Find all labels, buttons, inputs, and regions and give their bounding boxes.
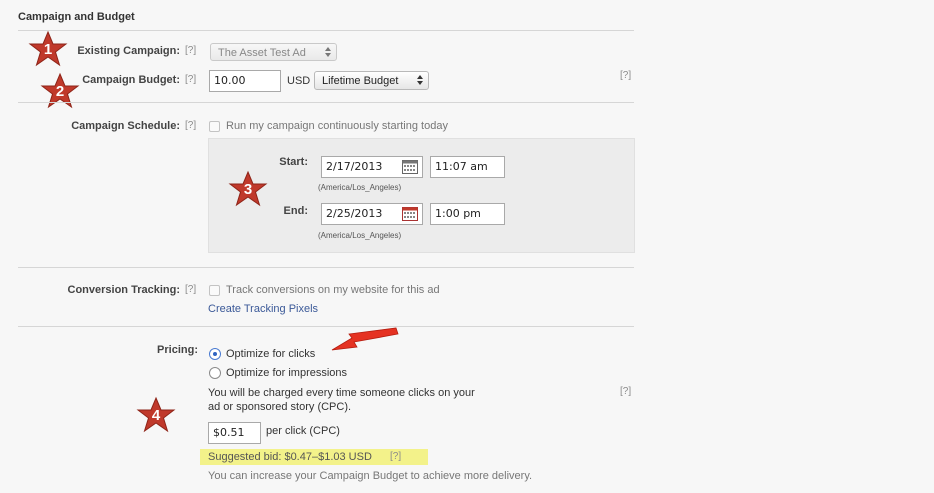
track-conversions-label: Track conversions on my website for this… xyxy=(226,284,440,296)
start-label: Start: xyxy=(279,156,308,168)
help-campaign-budget[interactable]: [?] xyxy=(185,74,196,85)
annotation-arrow-icon xyxy=(331,327,399,351)
optimize-impressions-radio[interactable] xyxy=(209,367,221,379)
section-title: Campaign and Budget xyxy=(18,11,135,23)
help-pricing-right[interactable]: [?] xyxy=(620,386,631,397)
section-divider xyxy=(18,30,634,31)
divider xyxy=(18,102,634,103)
campaign-budget-label: Campaign Budget: xyxy=(82,74,180,86)
currency-label: USD xyxy=(287,75,311,87)
help-budget-right[interactable]: [?] xyxy=(620,70,631,81)
run-continuously-checkbox[interactable] xyxy=(209,121,220,132)
end-timezone: (America/Los_Angeles) xyxy=(318,231,402,240)
divider xyxy=(18,326,634,327)
create-tracking-pixels-link[interactable]: Create Tracking Pixels xyxy=(208,303,318,315)
existing-campaign-select[interactable]: The Asset Test Ad xyxy=(210,43,337,61)
track-conversions-checkbox[interactable] xyxy=(209,285,220,296)
budget-amount-input[interactable]: 10.00 xyxy=(209,70,281,92)
start-timezone: (America/Los_Angeles) xyxy=(318,183,402,192)
existing-campaign-label: Existing Campaign: xyxy=(77,45,180,57)
optimize-impressions-label: Optimize for impressions xyxy=(226,367,348,379)
star-icon: 4 xyxy=(136,396,176,433)
optimize-clicks-label: Optimize for clicks xyxy=(226,348,316,360)
conversion-tracking-label: Conversion Tracking: xyxy=(67,284,180,296)
updown-arrows-icon xyxy=(325,47,331,57)
help-campaign-schedule[interactable]: [?] xyxy=(185,120,196,131)
help-suggested-bid[interactable]: [?] xyxy=(390,451,401,462)
start-date-value: 2/17/2013 xyxy=(326,160,383,173)
budget-type-select[interactable]: Lifetime Budget xyxy=(314,71,429,90)
marker-star-3: 3 xyxy=(228,170,268,208)
existing-campaign-value: The Asset Test Ad xyxy=(218,47,306,59)
star-icon: 3 xyxy=(228,170,268,207)
help-conversion-tracking[interactable]: [?] xyxy=(185,284,196,295)
end-time-input[interactable]: 1:00 pm xyxy=(430,203,505,225)
calendar-icon[interactable] xyxy=(402,160,418,174)
help-existing-campaign[interactable]: [?] xyxy=(185,45,196,56)
start-time-input[interactable]: 11:07 am xyxy=(430,156,505,178)
divider xyxy=(18,267,634,268)
calendar-icon[interactable] xyxy=(402,207,418,221)
cpc-note-line1: You will be charged every time someone c… xyxy=(208,387,475,399)
budget-type-value: Lifetime Budget xyxy=(322,75,399,87)
end-label: End: xyxy=(283,205,308,217)
marker-number: 3 xyxy=(244,181,252,198)
end-date-value: 2/25/2013 xyxy=(326,207,383,220)
marker-star-4: 4 xyxy=(136,396,176,434)
bid-unit-label: per click (CPC) xyxy=(266,425,340,437)
marker-number: 1 xyxy=(44,41,52,58)
cpc-note: You will be charged every time someone c… xyxy=(208,386,475,414)
increase-budget-note: You can increase your Campaign Budget to… xyxy=(208,470,533,482)
bid-amount-input[interactable]: $0.51 xyxy=(208,422,261,444)
pricing-label: Pricing: xyxy=(157,344,198,356)
run-continuously-label: Run my campaign continuously starting to… xyxy=(226,120,448,132)
campaign-schedule-label: Campaign Schedule: xyxy=(71,120,180,132)
marker-number: 4 xyxy=(152,407,161,424)
suggested-bid-text: Suggested bid: $0.47–$1.03 USD xyxy=(208,451,372,463)
cpc-note-line2: ad or sponsored story (CPC). xyxy=(208,401,352,413)
optimize-clicks-radio[interactable] xyxy=(209,348,221,360)
updown-arrows-icon xyxy=(417,75,423,85)
